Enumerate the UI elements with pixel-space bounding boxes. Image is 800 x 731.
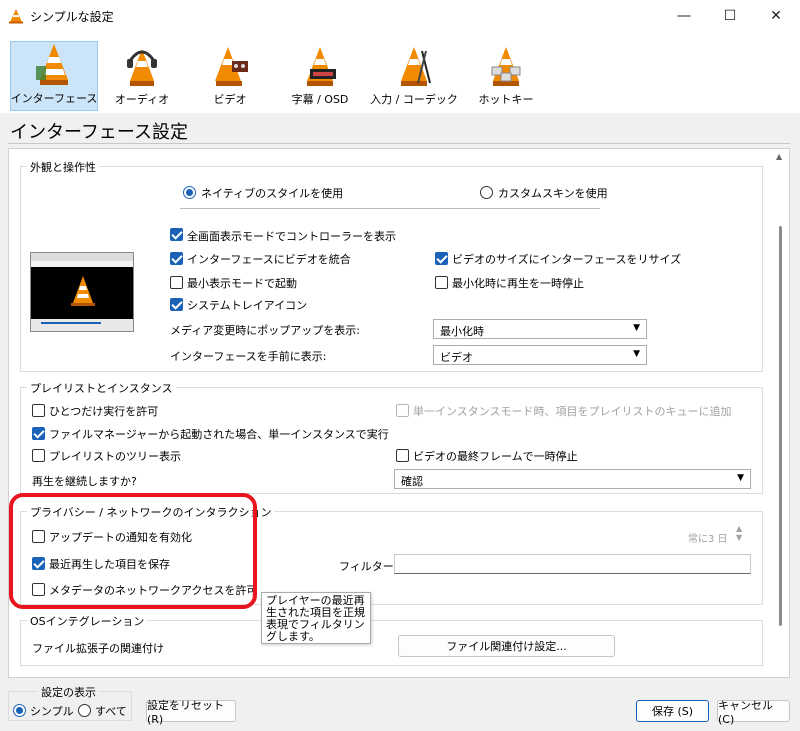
- checkbox-pause-minimized-label: 最小化時に再生を一時停止: [452, 277, 584, 290]
- resume-select-value: 確認: [401, 475, 423, 488]
- radio-native-style-label: ネイティブのスタイルを使用: [201, 187, 344, 200]
- close-button[interactable]: ✕: [753, 0, 799, 31]
- file-association-button-label: ファイル関連付け設定...: [446, 640, 567, 653]
- chevron-down-icon: ▼: [633, 349, 640, 359]
- radio-custom-skin[interactable]: [480, 186, 493, 199]
- category-label: ビデオ: [213, 93, 247, 106]
- highlight-box: [9, 493, 257, 609]
- category-audio[interactable]: オーディオ: [100, 41, 184, 111]
- checkbox-playlist-tree-label: プレイリストのツリー表示: [49, 450, 181, 463]
- separator: [180, 208, 600, 209]
- radio-all-label: すべて: [95, 705, 127, 718]
- close-icon: ✕: [770, 7, 782, 24]
- vlc-cone-headphones-icon: [127, 49, 157, 86]
- ontop-label: インターフェースを手前に表示:: [170, 350, 327, 363]
- page-title: インターフェース設定: [10, 122, 189, 143]
- checkbox-systray[interactable]: [170, 298, 183, 311]
- checkbox-start-minimal-label: 最小表示モードで起動: [187, 277, 297, 290]
- checkbox-fullscreen-controller-label: 全画面表示モードでコントローラーを表示: [187, 230, 396, 243]
- checkbox-start-minimal[interactable]: [170, 276, 183, 289]
- window-title: シンプルな設定: [30, 10, 114, 24]
- assoc-label: ファイル拡張子の関連付け: [32, 642, 164, 655]
- save-button-label: 保存 (S): [651, 705, 694, 718]
- chevron-down-icon: ▼: [633, 323, 640, 333]
- vlc-cone-icon: [71, 276, 95, 306]
- checkbox-systray-label: システムトレイアイコン: [187, 299, 308, 312]
- title-bar: シンプルな設定 — ☐ ✕: [0, 0, 800, 31]
- checkbox-resize-interface-label: ビデオのサイズにインターフェースをリサイズ: [452, 253, 682, 266]
- minimize-icon: —: [677, 7, 691, 24]
- resume-label: 再生を継続しますか?: [32, 475, 137, 488]
- minimize-button[interactable]: —: [661, 0, 707, 31]
- vlc-cone-input-icon: [401, 47, 431, 86]
- maximize-button[interactable]: ☐: [707, 0, 753, 31]
- scrollbar-thumb[interactable]: [779, 226, 782, 626]
- popup-select[interactable]: 最小化時 ▼: [433, 319, 647, 339]
- cancel-button[interactable]: キャンセル (C): [717, 699, 790, 726]
- vlc-cone-hotkeys-icon: [491, 47, 521, 86]
- radio-all[interactable]: [78, 704, 91, 717]
- category-label: 字幕 / OSD: [291, 93, 349, 106]
- category-input-codecs[interactable]: 入力 / コーデック: [366, 41, 462, 111]
- ontop-select[interactable]: ビデオ ▼: [433, 345, 647, 365]
- category-label: 入力 / コーデック: [370, 93, 458, 106]
- cancel-button-label: キャンセル (C): [718, 698, 773, 726]
- checkbox-enqueue[interactable]: [396, 404, 409, 417]
- interface-preview-image: [30, 252, 134, 332]
- vlc-cone-video-icon: [215, 47, 248, 86]
- tooltip-text: プレイヤーの最近再生された項目を正規表現でフィルタリングします。: [266, 594, 365, 643]
- ontop-select-value: ビデオ: [440, 351, 473, 364]
- checkbox-pause-last-frame[interactable]: [396, 449, 409, 462]
- filter-label: フィルター:: [339, 560, 398, 573]
- radio-custom-skin-label: カスタムスキンを使用: [498, 187, 608, 200]
- category-hotkeys[interactable]: ホットキー: [464, 41, 548, 111]
- checkbox-fullscreen-controller[interactable]: [170, 228, 183, 241]
- divider: [8, 143, 790, 144]
- vlc-cone-subtitles-icon: [307, 47, 336, 86]
- reset-button[interactable]: 設定をリセット (R): [146, 699, 236, 726]
- stepper-arrows-icon[interactable]: ▲ ▼: [736, 524, 742, 542]
- os-integration-group-title: OSインテグレーション: [27, 613, 148, 629]
- playlist-group-title: プレイリストとインスタンス: [27, 380, 176, 396]
- reset-button-label: 設定をリセット (R): [147, 698, 224, 726]
- checkbox-one-instance[interactable]: [32, 404, 45, 417]
- category-label: インターフェース: [10, 92, 98, 105]
- category-video[interactable]: ビデオ: [186, 41, 274, 111]
- checkbox-playlist-tree[interactable]: [32, 449, 45, 462]
- checkbox-embed-video[interactable]: [170, 252, 183, 265]
- category-interface[interactable]: インターフェース: [10, 41, 98, 111]
- checkbox-file-manager-instance-label: ファイルマネージャーから起動された場合、単一インスタンスで実行: [49, 428, 389, 441]
- category-label: ホットキー: [478, 93, 534, 106]
- filter-input[interactable]: [394, 554, 751, 574]
- radio-simple[interactable]: [13, 704, 26, 717]
- checkbox-one-instance-label: ひとつだけ実行を許可: [49, 405, 159, 418]
- vlc-cone-interface-icon: [36, 44, 68, 85]
- scroll-up-icon[interactable]: ▲: [776, 152, 782, 161]
- checkbox-embed-video-label: インターフェースにビデオを統合: [187, 253, 351, 266]
- resume-select[interactable]: 確認 ▼: [394, 469, 751, 489]
- checkbox-pause-minimized[interactable]: [435, 276, 448, 289]
- popup-select-value: 最小化時: [440, 325, 484, 338]
- checkbox-file-manager-instance[interactable]: [32, 427, 45, 440]
- tooltip: プレイヤーの最近再生された項目を正規表現でフィルタリングします。: [261, 592, 371, 644]
- checkbox-enqueue-label: 単一インスタンスモード時、項目をプレイリストのキューに追加: [413, 405, 732, 418]
- popup-label: メディア変更時にポップアップを表示:: [170, 324, 360, 337]
- show-settings-title: 設定の表示: [38, 684, 99, 700]
- checkbox-resize-interface[interactable]: [435, 252, 448, 265]
- category-label: オーディオ: [114, 93, 170, 106]
- appearance-group-title: 外観と操作性: [27, 159, 99, 175]
- checkbox-pause-last-frame-label: ビデオの最終フレームで一時停止: [413, 450, 578, 463]
- radio-native-style[interactable]: [183, 186, 196, 199]
- chevron-down-icon: ▼: [737, 473, 744, 483]
- update-interval-value: 常に3 日: [688, 534, 728, 545]
- save-button[interactable]: 保存 (S): [636, 700, 709, 722]
- vlc-app-icon: [9, 9, 23, 24]
- maximize-icon: ☐: [723, 7, 737, 24]
- file-association-button[interactable]: ファイル関連付け設定...: [398, 635, 615, 657]
- category-toolbar: インターフェース オーディオ ビデオ 字幕 / OSD 入力 / コーデック ホ…: [0, 31, 800, 113]
- category-subtitles[interactable]: 字幕 / OSD: [276, 41, 364, 111]
- radio-simple-label: シンプル: [30, 705, 74, 718]
